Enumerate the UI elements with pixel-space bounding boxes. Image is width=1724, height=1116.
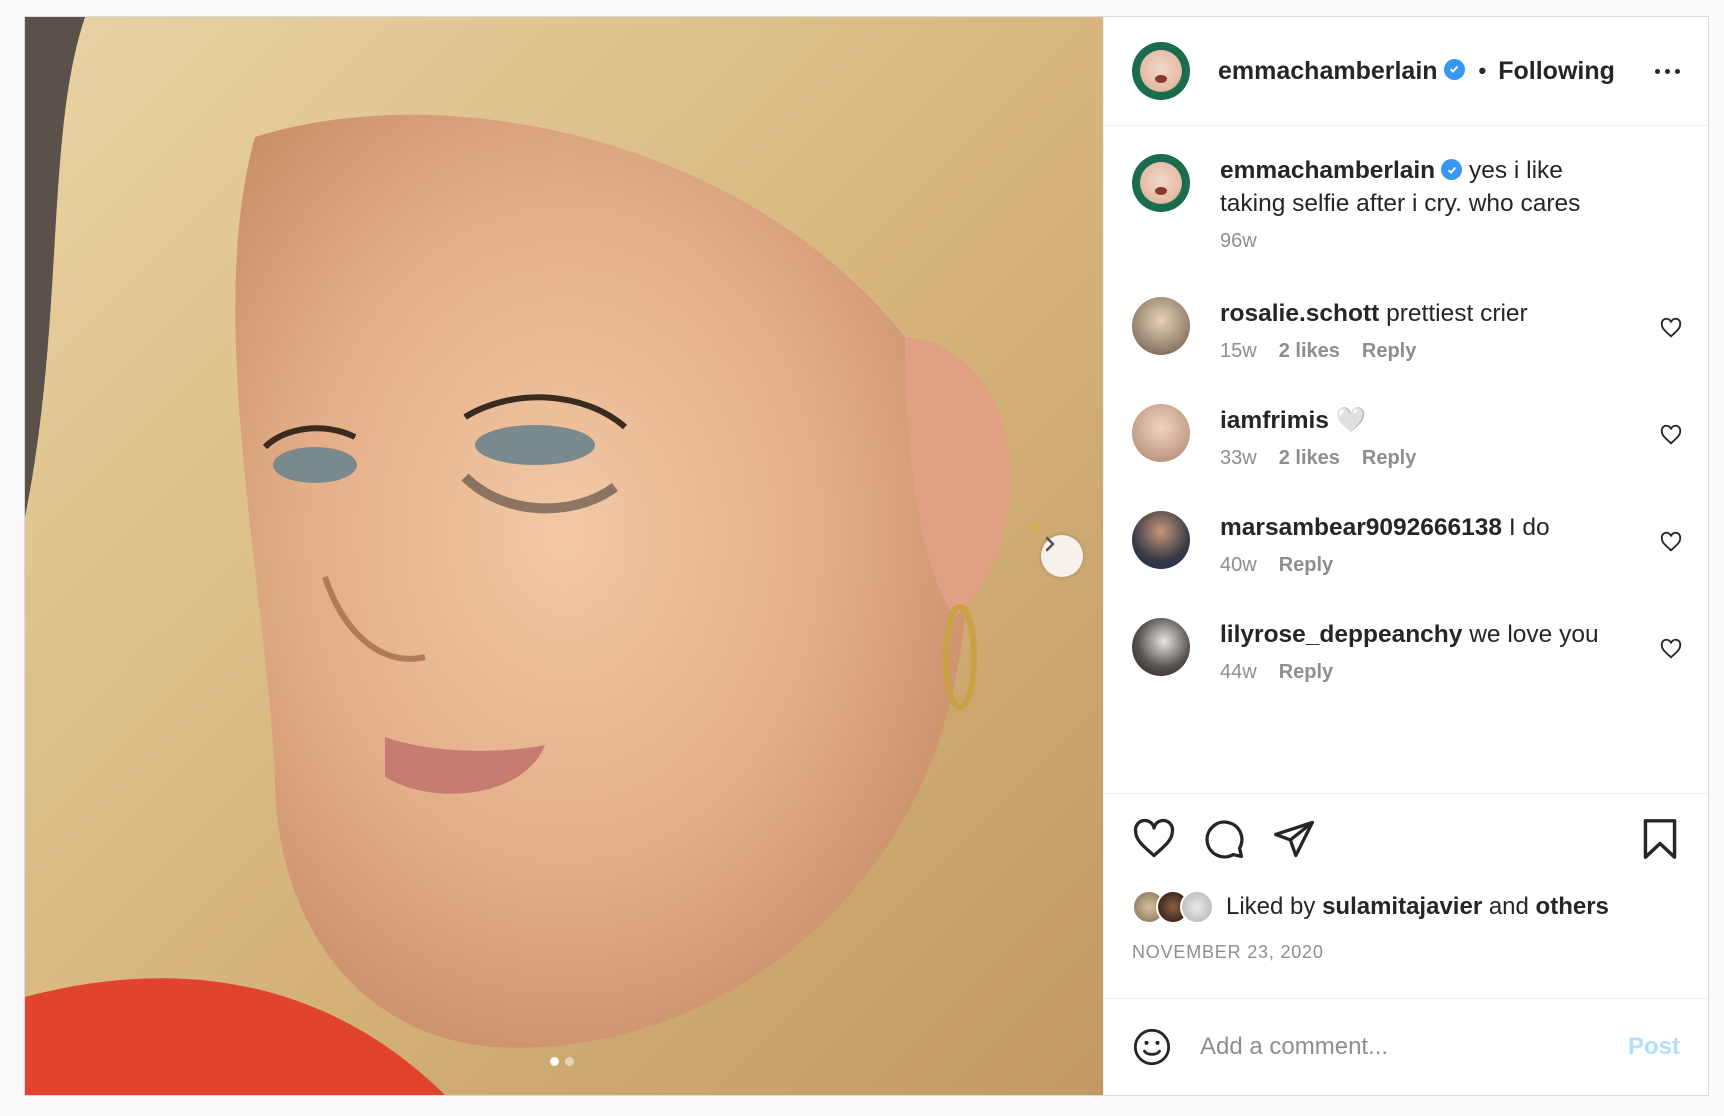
comment-item: iamfrimis 🤍 33w 2 likes Reply bbox=[1132, 404, 1682, 470]
caption: emmachamberlain yes i like taking selfie… bbox=[1132, 154, 1680, 253]
comment-likes[interactable]: 2 likes bbox=[1279, 340, 1340, 363]
commenter-avatar[interactable] bbox=[1132, 297, 1190, 355]
comment-input[interactable] bbox=[1198, 1032, 1628, 1062]
reply-button[interactable]: Reply bbox=[1279, 554, 1333, 577]
commenter-avatar[interactable] bbox=[1132, 618, 1190, 676]
comment-age: 40w bbox=[1220, 554, 1257, 576]
heart-icon[interactable] bbox=[1132, 817, 1176, 861]
comment-text: 🤍 bbox=[1335, 407, 1367, 434]
emoji-icon[interactable] bbox=[1132, 1027, 1172, 1067]
post-comment-button[interactable]: Post bbox=[1628, 1033, 1680, 1061]
comment-text: I do bbox=[1508, 514, 1550, 541]
comment-username[interactable]: rosalie.schott bbox=[1220, 300, 1379, 327]
comment-icon[interactable] bbox=[1202, 817, 1246, 861]
comment-item: marsambear9092666138 I do 40w Reply bbox=[1132, 511, 1682, 577]
post-photo[interactable] bbox=[25, 17, 1103, 1095]
comment-age: 44w bbox=[1220, 661, 1257, 683]
comment-heart-icon[interactable] bbox=[1660, 424, 1682, 446]
liker-avatar bbox=[1180, 890, 1214, 924]
liked-by-others[interactable]: others bbox=[1536, 893, 1609, 920]
comment-likes[interactable]: 2 likes bbox=[1279, 447, 1340, 470]
post-date: NOVEMBER 23, 2020 bbox=[1132, 942, 1324, 962]
comment-heart-icon[interactable] bbox=[1660, 638, 1682, 660]
comment-heart-icon[interactable] bbox=[1660, 317, 1682, 339]
author-username[interactable]: emmachamberlain bbox=[1218, 57, 1438, 86]
comment-username[interactable]: marsambear9092666138 bbox=[1220, 514, 1502, 541]
comment-item: rosalie.schott prettiest crier 15w 2 lik… bbox=[1132, 297, 1682, 363]
bookmark-icon[interactable] bbox=[1640, 817, 1680, 861]
likes-summary: Liked by sulamitajavier and others bbox=[1104, 884, 1708, 930]
post-dialog: emmachamberlain • Following emmachamberl… bbox=[24, 16, 1709, 1096]
carousel-indicator bbox=[550, 1057, 574, 1066]
reply-button[interactable]: Reply bbox=[1362, 340, 1416, 363]
chevron-right-icon bbox=[1045, 536, 1055, 552]
verified-badge-icon bbox=[1441, 159, 1463, 181]
comments-list: emmachamberlain yes i like taking selfie… bbox=[1104, 126, 1708, 793]
selfie-photo bbox=[25, 17, 1103, 1095]
liked-by-user[interactable]: sulamitajavier bbox=[1322, 893, 1482, 920]
post-header: emmachamberlain • Following bbox=[1104, 17, 1708, 126]
share-icon[interactable] bbox=[1272, 817, 1316, 861]
commenter-avatar[interactable] bbox=[1132, 404, 1190, 462]
carousel-dot bbox=[550, 1057, 559, 1066]
verified-badge-icon bbox=[1443, 58, 1465, 80]
likes-prefix: Liked by bbox=[1226, 893, 1316, 920]
comment-composer: Post bbox=[1104, 998, 1708, 1095]
author-avatar[interactable] bbox=[1132, 42, 1190, 100]
caption-username[interactable]: emmachamberlain bbox=[1220, 157, 1435, 184]
carousel-dot bbox=[565, 1057, 574, 1066]
more-options-icon[interactable] bbox=[1655, 61, 1680, 82]
post-footer: Liked by sulamitajavier and others NOVEM… bbox=[1104, 793, 1708, 1095]
likes-and: and bbox=[1488, 893, 1529, 920]
author-avatar[interactable] bbox=[1132, 154, 1190, 212]
comment-age: 15w bbox=[1220, 340, 1257, 362]
reply-button[interactable]: Reply bbox=[1279, 661, 1333, 684]
comment-username[interactable]: lilyrose_deppeanchy bbox=[1220, 621, 1462, 648]
comment-text: prettiest crier bbox=[1386, 300, 1528, 327]
following-button[interactable]: Following bbox=[1498, 57, 1615, 86]
carousel-next-button[interactable] bbox=[1041, 535, 1083, 577]
commenter-avatar[interactable] bbox=[1132, 511, 1190, 569]
comment-item: lilyrose_deppeanchy we love you 44w Repl… bbox=[1132, 618, 1682, 684]
comment-username[interactable]: iamfrimis bbox=[1220, 407, 1329, 434]
comment-heart-icon[interactable] bbox=[1660, 531, 1682, 553]
comment-text: we love you bbox=[1469, 621, 1599, 648]
header-separator: • bbox=[1478, 58, 1487, 83]
reply-button[interactable]: Reply bbox=[1362, 447, 1416, 470]
post-sidebar: emmachamberlain • Following emmachamberl… bbox=[1103, 17, 1708, 1095]
action-bar bbox=[1104, 794, 1708, 884]
comment-age: 33w bbox=[1220, 447, 1257, 469]
caption-age: 96w bbox=[1220, 230, 1257, 252]
